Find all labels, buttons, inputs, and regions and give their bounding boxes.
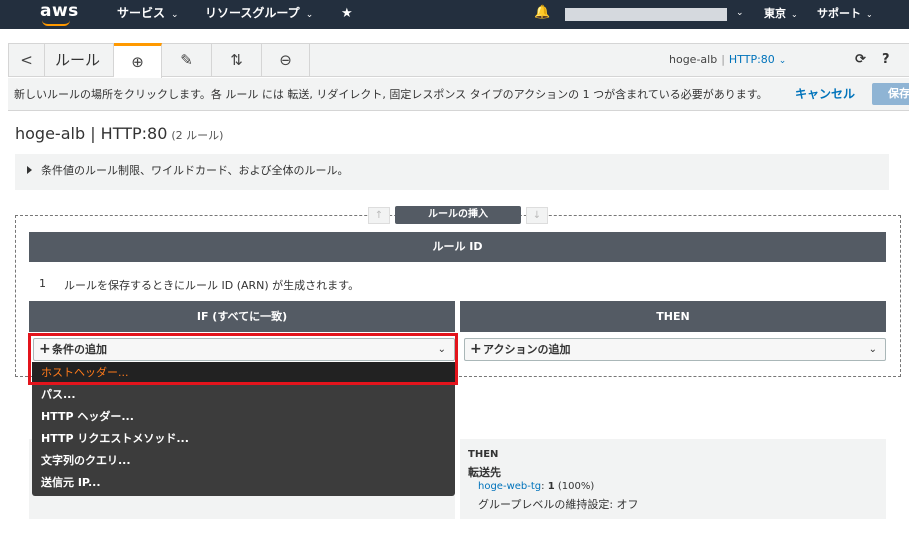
chevron-down-icon: ⌄	[171, 10, 179, 20]
delete-rule-button[interactable]: ⊖	[262, 43, 310, 77]
if-header: IF (すべてに一致)	[29, 301, 455, 332]
menu-item-http-header[interactable]: HTTP ヘッダー...	[32, 406, 455, 428]
listener-name: HTTP:80	[728, 53, 775, 66]
pencil-icon: ✎	[180, 51, 193, 69]
forward-label: 転送先	[468, 466, 501, 479]
insert-rule-label: ルールの挿入	[395, 206, 521, 224]
region-menu[interactable]: 東京 ⌄	[764, 0, 798, 28]
services-menu[interactable]: サービス ⌄	[117, 0, 179, 29]
chevron-down-icon: ⌄	[791, 10, 798, 19]
then-header: THEN	[460, 301, 886, 332]
target-group-line: hoge-web-tg: 1 (100%)	[478, 481, 594, 492]
page-title: hoge-alb | HTTP:80 (2 ルール)	[15, 124, 223, 143]
region-label: 東京	[764, 7, 786, 20]
info-bar: 新しいルールの場所をクリックします。各 ルール には 転送, リダイレクト, 固…	[8, 78, 909, 111]
back-button[interactable]: <	[9, 43, 45, 77]
weight-sep: :	[541, 481, 545, 492]
account-name-redacted[interactable]	[565, 8, 727, 21]
resource-groups-label: リソースグループ	[205, 6, 300, 20]
weight-percent: (100%)	[557, 481, 595, 492]
edit-rule-button[interactable]: ✎	[162, 43, 212, 77]
reorder-rules-button[interactable]: ⇅	[212, 43, 262, 77]
weight-value: 1	[547, 481, 555, 492]
caret-right-icon	[27, 166, 32, 174]
page-title-text: hoge-alb | HTTP:80	[15, 124, 168, 143]
existing-rule-actions: THEN 転送先 hoge-web-tg: 1 (100%) グループレベルの維…	[460, 439, 886, 519]
rule-count: (2 ルール)	[171, 129, 224, 142]
target-group-link[interactable]: hoge-web-tg	[478, 481, 541, 492]
top-nav: aws サービス ⌄ リソースグループ ⌄ ★ 🔔 ⌄ 東京 ⌄ サポート ⌄	[0, 0, 909, 29]
note-text: 条件値のルール制限、ワイルドカード、および全体のルール。	[41, 164, 349, 177]
lb-name: hoge-alb	[669, 53, 718, 66]
move-down-button[interactable]: ↓	[526, 207, 548, 224]
rule-id-note: ルールを保存するときにルール ID (ARN) が生成されます。	[64, 279, 360, 292]
plus-circle-icon: ⊕	[131, 53, 144, 71]
aws-logo-smile	[42, 20, 70, 26]
menu-item-query-string[interactable]: 文字列のクエリ...	[32, 450, 455, 472]
existing-then-label: THEN	[468, 449, 499, 460]
minus-circle-icon: ⊖	[279, 51, 292, 69]
bell-icon[interactable]: 🔔	[534, 5, 550, 20]
cancel-button[interactable]: キャンセル	[795, 78, 855, 111]
reorder-arrows-icon: ⇅	[230, 51, 243, 69]
chevron-down-icon: ⌄	[305, 10, 314, 20]
plus-icon: +	[470, 341, 482, 357]
save-button[interactable]: 保存	[872, 83, 909, 105]
info-message: 新しいルールの場所をクリックします。各 ルール には 転送, リダイレクト, 固…	[14, 88, 768, 101]
rule-id-header: ルール ID	[29, 232, 886, 262]
chevron-down-icon: ⌄	[778, 56, 787, 66]
rule-number: 1	[39, 277, 46, 290]
pin-icon[interactable]: ★	[341, 6, 353, 21]
chevron-down-icon: ⌄	[866, 10, 873, 19]
chevron-down-icon: ⌄	[868, 344, 877, 355]
menu-item-http-method[interactable]: HTTP リクエストメソッド...	[32, 428, 455, 450]
menu-item-source-ip[interactable]: 送信元 IP...	[32, 472, 455, 494]
rule-limits-note[interactable]: 条件値のルール制限、ワイルドカード、および全体のルール。	[15, 154, 889, 190]
help-icon[interactable]: ?	[882, 44, 890, 76]
listener-selector[interactable]: hoge-alb | HTTP:80 ⌄	[669, 44, 786, 76]
resource-groups-menu[interactable]: リソースグループ ⌄	[205, 0, 313, 29]
aws-logo[interactable]: aws	[40, 0, 79, 22]
services-label: サービス	[117, 6, 166, 20]
menu-item-path[interactable]: パス...	[32, 384, 455, 406]
toolbar-title: ルール	[55, 51, 101, 69]
separator: |	[721, 53, 725, 66]
chevron-down-icon[interactable]: ⌄	[736, 0, 744, 27]
support-menu[interactable]: サポート ⌄	[817, 0, 873, 28]
chevron-left-icon: <	[20, 51, 33, 69]
add-action-label: アクションの追加	[483, 343, 571, 356]
refresh-icon[interactable]: ⟳	[855, 44, 866, 76]
rules-toolbar: < ルール ⊕ ✎ ⇅ ⊖ hoge-alb | HTTP:80 ⌄ ⟳ ?	[8, 43, 909, 78]
add-action-select[interactable]: + アクションの追加 ⌄	[464, 338, 886, 361]
insert-rule-button[interactable]: ⊕	[114, 43, 162, 78]
highlight-frame	[28, 333, 458, 385]
support-label: サポート	[817, 7, 861, 20]
stickiness-setting: グループレベルの維持設定: オフ	[478, 498, 639, 511]
move-up-button[interactable]: ↑	[368, 207, 390, 224]
